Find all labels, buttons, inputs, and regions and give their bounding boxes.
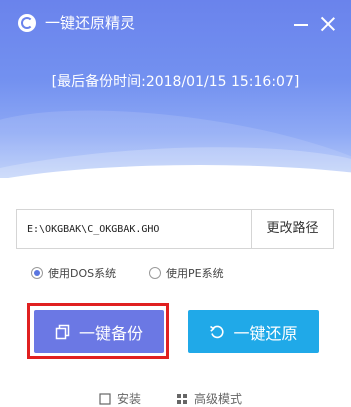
copy-icon (55, 324, 70, 339)
backup-label: 一键备份 (78, 323, 143, 343)
title-bar: 一键还原精灵 (0, 0, 351, 48)
footer: 安装 高级模式 (0, 390, 351, 406)
app-title: 一键还原精灵 (45, 14, 136, 32)
backup-path-input[interactable] (17, 210, 251, 248)
radio-pe-indicator[interactable] (149, 267, 161, 279)
close-button[interactable] (318, 14, 338, 34)
app-logo-icon (18, 14, 36, 32)
backup-path-box: 更改路径 (16, 209, 334, 249)
change-path-button[interactable]: 更改路径 (252, 210, 333, 248)
one-click-restore-button[interactable]: 一键还原 (188, 310, 319, 353)
minimize-button[interactable] (291, 14, 311, 34)
radio-dos[interactable]: 使用DOS系统 (31, 264, 116, 282)
radio-pe-label: 使用PE系统 (166, 267, 224, 280)
restore-label: 一键还原 (233, 323, 298, 343)
one-click-backup-button[interactable]: 一键备份 (34, 310, 164, 353)
radio-dos-indicator[interactable] (31, 267, 43, 279)
radio-pe[interactable]: 使用PE系统 (149, 264, 224, 282)
restore-icon (210, 325, 225, 338)
radio-dos-label: 使用DOS系统 (48, 267, 117, 280)
last-backup-time: [最后备份时间:2018/01/15 15:16:07] (51, 74, 300, 90)
